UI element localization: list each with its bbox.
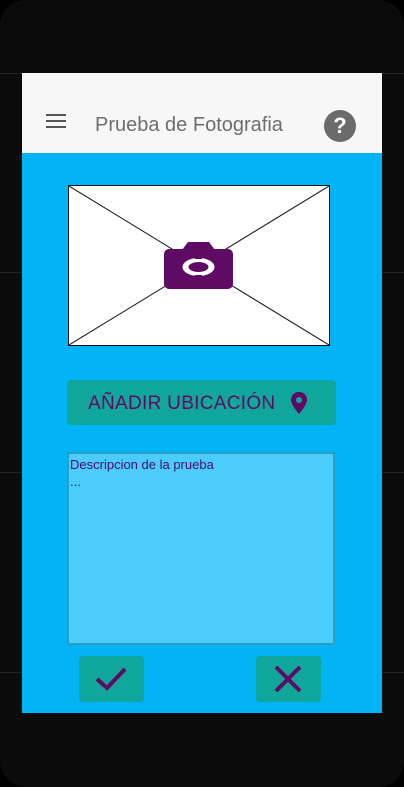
cancel-button[interactable] — [256, 656, 321, 702]
frame-divider — [382, 272, 404, 273]
menu-icon[interactable] — [46, 114, 66, 128]
location-pin-icon — [291, 392, 307, 414]
frame-divider — [0, 272, 22, 273]
confirm-button[interactable] — [79, 656, 144, 702]
app-bar: Prueba de Fotografia ? — [22, 73, 382, 153]
photo-placeholder[interactable] — [68, 185, 330, 346]
add-location-button[interactable]: AÑADIR UBICACIÓN — [67, 380, 336, 425]
camera-icon[interactable] — [164, 241, 236, 289]
frame-divider — [0, 73, 22, 74]
description-field[interactable]: Descripcion de la prueba ... — [67, 452, 335, 645]
app-screen: Prueba de Fotografia ? AÑADIR UBICACIÓN … — [22, 73, 382, 713]
page-title: Prueba de Fotografia — [95, 114, 283, 136]
frame-divider — [0, 472, 22, 473]
frame-divider — [0, 672, 22, 673]
add-location-label: AÑADIR UBICACIÓN — [88, 393, 276, 414]
help-icon[interactable]: ? — [324, 110, 356, 142]
close-icon — [274, 665, 302, 693]
frame-divider — [382, 472, 404, 473]
frame-divider — [382, 73, 404, 74]
frame-divider — [382, 672, 404, 673]
check-icon — [95, 667, 127, 691]
